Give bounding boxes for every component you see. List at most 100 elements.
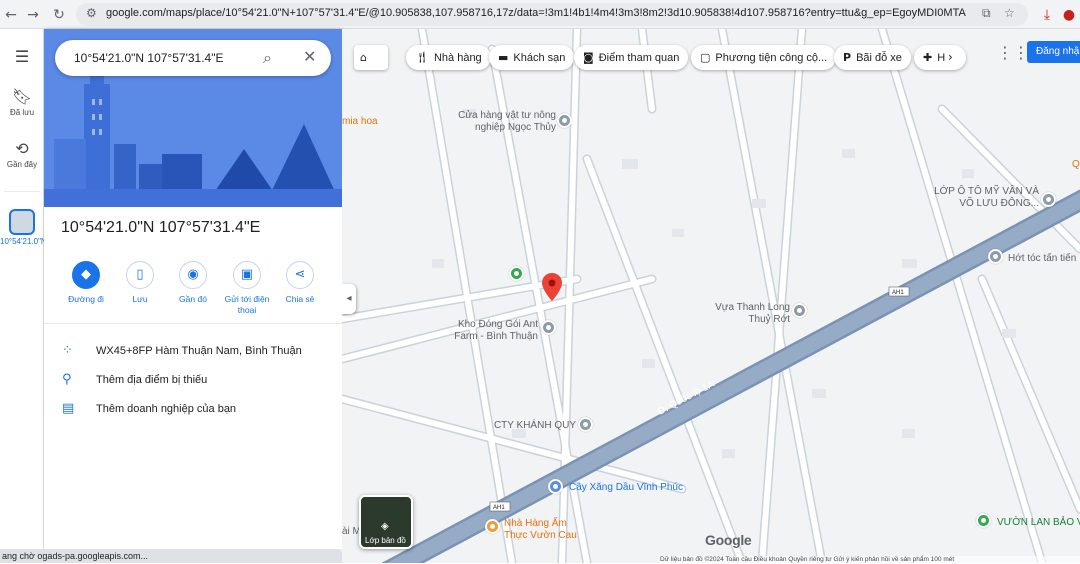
poi-marker-icon[interactable]	[541, 320, 556, 335]
forward-icon[interactable]: →	[22, 4, 44, 26]
bookmark-icon: ▯	[126, 261, 154, 289]
send-to-phone-button[interactable]: ▣ Gửi tới điện thoại	[220, 261, 274, 316]
directions-label: Đường đi	[68, 294, 104, 304]
profile-icon[interactable]: ●	[1058, 4, 1080, 26]
category-chip-transit[interactable]: ▢ Phương tiện công cộ...	[691, 45, 837, 70]
svg-text:AH1: AH1	[493, 505, 505, 511]
poi-label[interactable]: LỚP Ô TÔ MỸ VÂN VÀ VÕ LƯU ĐÔNG...	[917, 186, 1039, 210]
poi-label[interactable]: Nhà Hàng Ẩm Thực Vườn Cau	[504, 518, 584, 542]
partial-label: mia hoa	[342, 116, 378, 127]
save-button[interactable]: ▯ Lưu	[113, 261, 167, 305]
url-text[interactable]: google.com/maps/place/10°54'21.0"N+107°5…	[106, 7, 966, 19]
layers-icon: ◈	[381, 521, 389, 532]
save-label: Lưu	[132, 294, 148, 304]
chevron-right-icon[interactable]: ›	[948, 50, 953, 64]
nearby-button[interactable]: ◉ Gần đó	[166, 261, 220, 305]
place-hero-image: 10°54'21.0"N 107°57'31.4"E ⌕ ✕	[44, 29, 342, 207]
search-box[interactable]: 10°54'21.0"N 107°57'31.4"E ⌕ ✕	[55, 40, 331, 76]
recent-place-label: 10°54'21.0"N...	[0, 237, 54, 246]
apps-grid-icon[interactable]: ⋮⋮	[997, 43, 1029, 62]
back-icon[interactable]: ←	[0, 4, 22, 26]
parking-icon: P	[843, 51, 852, 64]
transit-icon: ▢	[700, 51, 711, 64]
saved-label: Đã lưu	[9, 108, 35, 117]
search-input[interactable]: 10°54'21.0"N 107°57'31.4"E	[74, 51, 223, 65]
rail-divider	[4, 191, 40, 192]
place-thumbnail	[9, 209, 35, 235]
bookmark-icon: 🔖︎	[11, 87, 33, 106]
poi-label[interactable]: Hớt tóc tấn tiến	[1008, 253, 1080, 265]
category-chip-parking[interactable]: P Bãi đỗ xe	[834, 45, 911, 70]
map-canvas[interactable]: Đ. Quốc lộ 1A AH1 AH1 ⌂ 🍴︎ Nhà hàng ▬ Khác…	[342, 29, 1080, 563]
hamburger-icon: ☰	[14, 47, 30, 66]
sign-in-button[interactable]: Đăng nhập	[1027, 41, 1080, 63]
download-icon[interactable]: ⤓	[1036, 4, 1058, 26]
poi-label[interactable]: Cây Xăng Dầu Vĩnh Phúc	[569, 482, 719, 494]
recent-place-item[interactable]: 10°54'21.0"N...	[0, 209, 54, 246]
reload-icon[interactable]: ↻	[48, 4, 70, 26]
search-icon[interactable]: ⌕	[263, 48, 272, 68]
svg-text:AH1: AH1	[892, 290, 904, 296]
share-button[interactable]: ⋖ Chia sẻ	[273, 261, 327, 305]
place-title: 10°54'21.0"N 107°57'31.4"E	[61, 219, 261, 236]
hotel-icon: ▬	[498, 51, 509, 64]
poi-marker-icon[interactable]	[557, 113, 572, 128]
poi-label[interactable]: CTY KHÁNH QUY	[482, 420, 576, 432]
poi-label[interactable]: Kho Đóng Gói Ant Farm - Bình Thuận	[432, 319, 538, 343]
park-marker-icon[interactable]	[509, 266, 524, 281]
poi-label[interactable]: VƯỜN LAN BẢO V	[997, 517, 1080, 529]
camera-icon: ◙	[583, 51, 594, 64]
restaurant-icon: 🍴︎	[415, 51, 429, 64]
nearby-icon: ◉	[179, 261, 207, 289]
layer-toggle-button[interactable]: ⌂	[354, 45, 388, 70]
pharmacy-icon: ✚	[923, 51, 933, 64]
browser-status-bar: ang chờ ogads-pa.googleapis.com...	[0, 549, 342, 563]
plus-code-icon: ⁘	[62, 343, 73, 358]
add-missing-place-text: Thêm địa điểm bị thiếu	[96, 374, 208, 386]
poi-label[interactable]: Vựa Thanh Long Thuỷ Rớt	[710, 302, 790, 326]
dropped-pin-icon[interactable]	[542, 273, 562, 302]
left-rail: ☰ 🔖︎ Đã lưu ⟲ Gần đây 10°54'21.0"N...	[0, 29, 54, 549]
add-business-icon: ▤	[62, 401, 75, 416]
recent-button[interactable]: ⟲ Gần đây	[0, 139, 44, 169]
poi-marker-icon[interactable]	[578, 417, 593, 432]
add-missing-place-row[interactable]: ⚲ Thêm địa điểm bị thiếu	[44, 368, 342, 394]
bookmark-star-icon[interactable]: ☆	[1004, 6, 1015, 20]
layers-label: Lớp bản đồ	[365, 536, 406, 545]
share-label: Chia sẻ	[285, 294, 315, 304]
section-divider	[44, 323, 342, 324]
highway-badge-2: AH1	[489, 501, 511, 512]
category-chip-hotels[interactable]: ▬ Khách sạn	[489, 45, 575, 70]
plus-code-text: WX45+8FP Hàm Thuận Nam, Bình Thuận	[96, 345, 302, 357]
nearby-label: Gần đó	[179, 294, 207, 304]
place-panel: 10°54'21.0"N 107°57'31.4"E ⌕ ✕ 10°54'21.…	[44, 29, 342, 549]
highway-badge: AH1	[888, 286, 910, 297]
poi-label[interactable]: Cửa hàng vật tư nông nghiệp Ngọc Thủy	[434, 110, 556, 134]
layers-button[interactable]: ◈ Lớp bản đồ	[359, 495, 413, 549]
poi-marker-icon[interactable]	[988, 249, 1003, 264]
restaurant-marker-icon[interactable]	[485, 519, 500, 534]
category-chip-attractions[interactable]: ◙ Điểm tham quan	[574, 45, 689, 70]
layer-type-icon: ⌂	[360, 51, 367, 64]
close-icon[interactable]: ✕	[303, 47, 316, 66]
poi-marker-icon[interactable]	[1041, 192, 1056, 207]
partial-label: Q	[1072, 159, 1080, 170]
google-logo: Google	[705, 532, 752, 548]
plus-code-row[interactable]: ⁘ WX45+8FP Hàm Thuận Nam, Bình Thuận	[44, 339, 342, 365]
install-app-icon[interactable]: ⧉	[982, 6, 991, 21]
send-to-phone-label: Gửi tới điện thoại	[224, 294, 270, 315]
category-chip-restaurants[interactable]: 🍴︎ Nhà hàng	[406, 45, 491, 70]
garden-marker-icon[interactable]	[976, 513, 991, 528]
collapse-panel-button[interactable]: ◂	[342, 284, 356, 314]
category-chip-pharmacy[interactable]: ✚ H	[914, 45, 966, 70]
saved-button[interactable]: 🔖︎ Đã lưu	[0, 87, 44, 117]
site-settings-icon[interactable]: ⚙	[86, 6, 97, 20]
poi-marker-icon[interactable]	[792, 303, 807, 318]
add-business-row[interactable]: ▤ Thêm doanh nghiệp của bạn	[44, 397, 342, 423]
address-bar[interactable]: ⚙ google.com/maps/place/10°54'21.0"N+107…	[76, 3, 1028, 26]
directions-button[interactable]: ◆ Đường đi	[59, 261, 113, 305]
browser-toolbar: ← → ↻ ⚙ google.com/maps/place/10°54'21.0…	[0, 0, 1080, 29]
gas-station-icon[interactable]	[548, 479, 563, 494]
add-location-icon: ⚲	[62, 372, 72, 387]
menu-button[interactable]: ☰	[0, 47, 44, 66]
